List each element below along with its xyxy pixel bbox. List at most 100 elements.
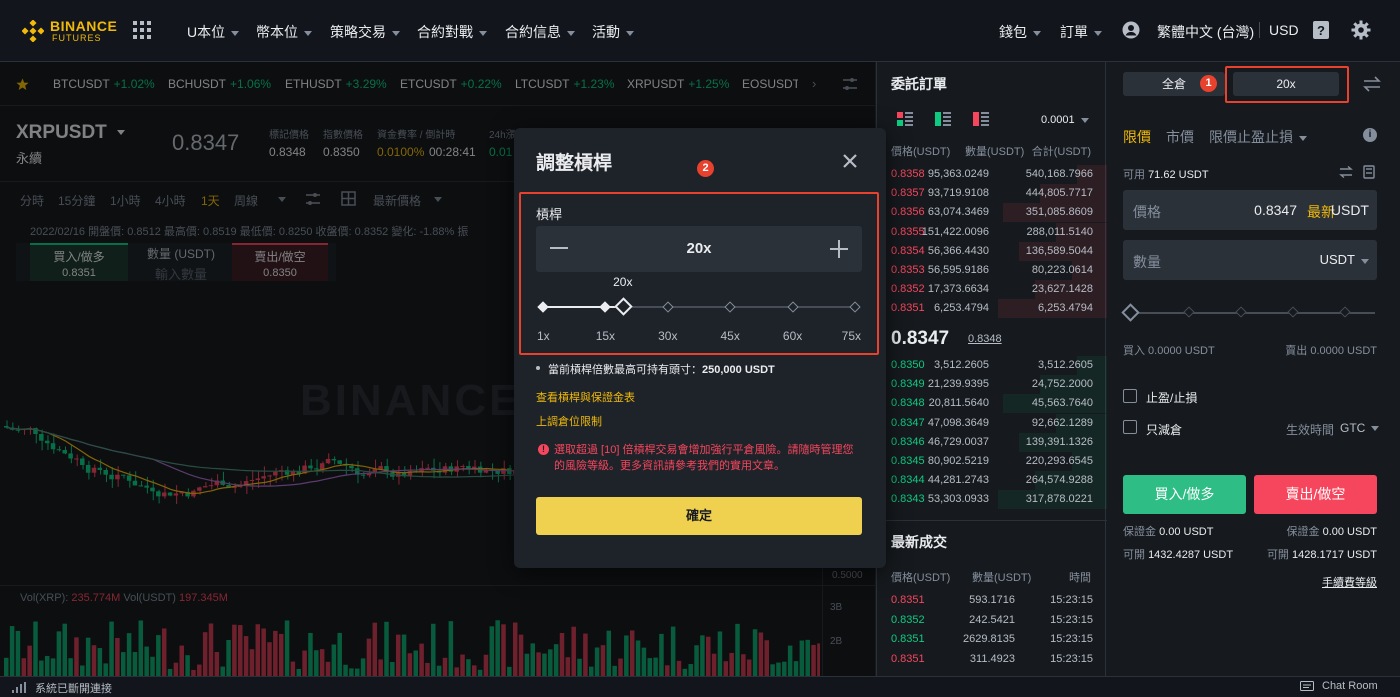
user-avatar-icon[interactable] bbox=[1122, 21, 1140, 39]
info-icon[interactable]: i bbox=[1363, 128, 1377, 142]
order-book-panel: 委託訂單 0.0001 價格(USDT) 數量(USDT) 合計(USDT) 0… bbox=[876, 62, 1107, 676]
trades-header-price: 價格(USDT) bbox=[891, 572, 951, 584]
settings-gear-icon[interactable] bbox=[1351, 20, 1371, 40]
nav-info[interactable]: 合約信息 bbox=[505, 22, 575, 42]
bid-row[interactable]: 0.8345 80,902.5219 220,293.6545 bbox=[877, 452, 1107, 471]
chevron-down-icon bbox=[392, 30, 400, 36]
annotation-badge-2: 2 bbox=[697, 160, 714, 177]
bid-row[interactable]: 0.8347 47,098.3649 92,662.1289 bbox=[877, 413, 1107, 433]
bid-total: 45,563.7640 bbox=[1031, 397, 1093, 410]
ask-row[interactable]: 0.8357 93,719.9108 444,805.7717 bbox=[877, 184, 1107, 204]
ask-row[interactable]: 0.8354 56,366.4430 136,589.5044 bbox=[877, 241, 1107, 261]
sell-short-button[interactable]: 賣出/做空 bbox=[1254, 475, 1377, 514]
qty-slider-stop[interactable] bbox=[1235, 306, 1247, 318]
leverage-mark-label: 1x bbox=[537, 329, 550, 343]
book-bids-icon[interactable] bbox=[935, 112, 951, 126]
ask-price: 0.8351 bbox=[891, 302, 925, 315]
svg-text:?: ? bbox=[1317, 23, 1325, 38]
close-icon[interactable] bbox=[843, 154, 857, 168]
trade-amount: 2629.8135 bbox=[963, 633, 1015, 645]
chevron-down-icon bbox=[567, 30, 575, 36]
plus-icon[interactable] bbox=[830, 240, 848, 258]
ask-amount: 93,719.9108 bbox=[927, 187, 989, 200]
ask-row[interactable]: 0.8355 151,422.0096 288,011.5140 bbox=[877, 222, 1107, 242]
leverage-margin-table-link[interactable]: 查看槓桿與保證金表 bbox=[536, 389, 635, 405]
tab-market[interactable]: 市價 bbox=[1166, 127, 1194, 147]
qty-slider-stop[interactable] bbox=[1339, 306, 1351, 318]
max-open-buy: 可開 1432.4287 USDT bbox=[1123, 549, 1234, 561]
transfer-icon[interactable] bbox=[1339, 166, 1353, 178]
ask-amount: 151,422.0096 bbox=[921, 225, 989, 238]
buy-long-button[interactable]: 買入/做多 bbox=[1123, 475, 1246, 514]
tif-selector[interactable]: GTC bbox=[1340, 421, 1380, 435]
trade-time: 15:23:15 bbox=[1050, 633, 1093, 645]
trade-row: 0.8351 311.4923 15:23:15 bbox=[877, 650, 1107, 669]
ask-total: 540,168.7966 bbox=[1025, 168, 1093, 180]
qty-slider-stop[interactable] bbox=[1287, 306, 1299, 318]
nav-orders[interactable]: 訂單 bbox=[1060, 22, 1102, 42]
bid-row[interactable]: 0.8348 20,811.5640 45,563.7640 bbox=[877, 394, 1107, 414]
trade-price: 0.8351 bbox=[891, 633, 925, 645]
raise-position-limit-link[interactable]: 上調倉位限制 bbox=[536, 413, 602, 429]
bid-price: 0.8343 bbox=[891, 493, 925, 506]
chevron-down-icon[interactable] bbox=[1361, 259, 1369, 264]
mid-mark-price[interactable]: 0.8348 bbox=[968, 333, 1002, 345]
bid-amount: 21,239.9395 bbox=[927, 378, 989, 391]
leverage-mark-label: 75x bbox=[841, 329, 861, 343]
tab-limit[interactable]: 限價 bbox=[1123, 127, 1151, 147]
chevron-down-icon bbox=[1371, 426, 1380, 432]
tab-stop-limit[interactable]: 限價止盈止損 bbox=[1209, 127, 1307, 147]
confirm-button[interactable]: 確定 bbox=[536, 497, 862, 535]
swap-arrows-icon[interactable] bbox=[1362, 76, 1382, 92]
bid-row[interactable]: 0.8343 53,303.0933 317,878.0221 bbox=[877, 490, 1107, 510]
adjust-leverage-dialog: 調整槓桿 2 槓桿 20x 20x 1x 15x 30x 45x 60x 75x 當前槓桿… bbox=[514, 128, 886, 568]
max-position-text: 當前槓桿倍數最高可持有頭寸：250,000 USDT bbox=[548, 364, 775, 376]
reduce-only-checkbox[interactable] bbox=[1123, 420, 1137, 434]
fee-tier-link[interactable]: 手續費等級 bbox=[1322, 574, 1377, 590]
nav-usdm[interactable]: U本位 bbox=[187, 22, 240, 42]
ask-amount: 95,363.0249 bbox=[927, 168, 989, 180]
ask-total: 351,085.8609 bbox=[1025, 206, 1093, 219]
binance-futures-logo[interactable]: BINANCE FUTURES bbox=[22, 18, 118, 44]
ask-row[interactable]: 0.8358 95,363.0249 540,168.7966 bbox=[877, 165, 1107, 184]
chevron-down-icon bbox=[304, 30, 312, 36]
nav-wallet[interactable]: 錢包 bbox=[999, 22, 1041, 42]
binance-logo-icon bbox=[22, 20, 44, 42]
bid-row[interactable]: 0.8344 44,281.2743 264,574.9288 bbox=[877, 471, 1107, 491]
book-both-icon[interactable] bbox=[897, 112, 913, 126]
bid-row[interactable]: 0.8349 21,239.9395 24,752.2000 bbox=[877, 375, 1107, 395]
ask-row[interactable]: 0.8356 63,074.3469 351,085.8609 bbox=[877, 203, 1107, 223]
quantity-input[interactable]: 數量 USDT bbox=[1123, 240, 1377, 280]
nav-battle[interactable]: 合約對戰 bbox=[417, 22, 487, 42]
book-asks-icon[interactable] bbox=[973, 112, 989, 126]
qty-slider-stop[interactable] bbox=[1183, 306, 1195, 318]
ob-header-total: 合計(USDT) bbox=[1031, 146, 1091, 158]
ask-row[interactable]: 0.8352 17,373.6634 23,627.1428 bbox=[877, 280, 1107, 300]
chevron-down-icon bbox=[1033, 30, 1041, 36]
calculator-icon[interactable] bbox=[1363, 165, 1375, 179]
nav-events[interactable]: 活動 bbox=[592, 22, 634, 42]
bid-price: 0.8346 bbox=[891, 435, 925, 448]
nav-strategy[interactable]: 策略交易 bbox=[330, 22, 400, 42]
bid-row[interactable]: 0.8350 3,512.2605 3,512.2605 bbox=[877, 356, 1107, 375]
language-selector[interactable]: 繁體中文 (台灣) bbox=[1157, 22, 1254, 42]
price-input[interactable]: 價格 0.8347 最新 USDT bbox=[1123, 190, 1377, 230]
ask-row[interactable]: 0.8353 56,595.9186 80,223.0614 bbox=[877, 261, 1107, 280]
ask-row[interactable]: 0.8351 6,253.4794 6,253.4794 bbox=[877, 299, 1107, 319]
ask-total: 6,253.4794 bbox=[1037, 302, 1093, 315]
apps-grid-icon[interactable] bbox=[133, 21, 151, 39]
leverage-value[interactable]: 20x bbox=[536, 240, 862, 257]
currency-selector[interactable]: USD bbox=[1269, 22, 1299, 38]
chat-room-button[interactable]: Chat Room bbox=[1322, 680, 1378, 692]
precision-selector[interactable]: 0.0001 bbox=[1041, 114, 1089, 126]
nav-coinm[interactable]: 幣本位 bbox=[256, 22, 312, 42]
tpsl-checkbox[interactable] bbox=[1123, 389, 1137, 403]
ask-amount: 56,595.9186 bbox=[927, 264, 989, 276]
chevron-down-icon bbox=[231, 30, 240, 36]
qty-slider-handle[interactable] bbox=[1121, 303, 1140, 322]
bid-row[interactable]: 0.8346 46,729.0037 139,391.1326 bbox=[877, 432, 1107, 452]
chat-bubble-icon[interactable] bbox=[1300, 681, 1314, 693]
help-icon[interactable]: ? bbox=[1312, 20, 1330, 40]
bid-price: 0.8348 bbox=[891, 397, 925, 410]
tpsl-label: 止盈/止損 bbox=[1146, 391, 1198, 405]
